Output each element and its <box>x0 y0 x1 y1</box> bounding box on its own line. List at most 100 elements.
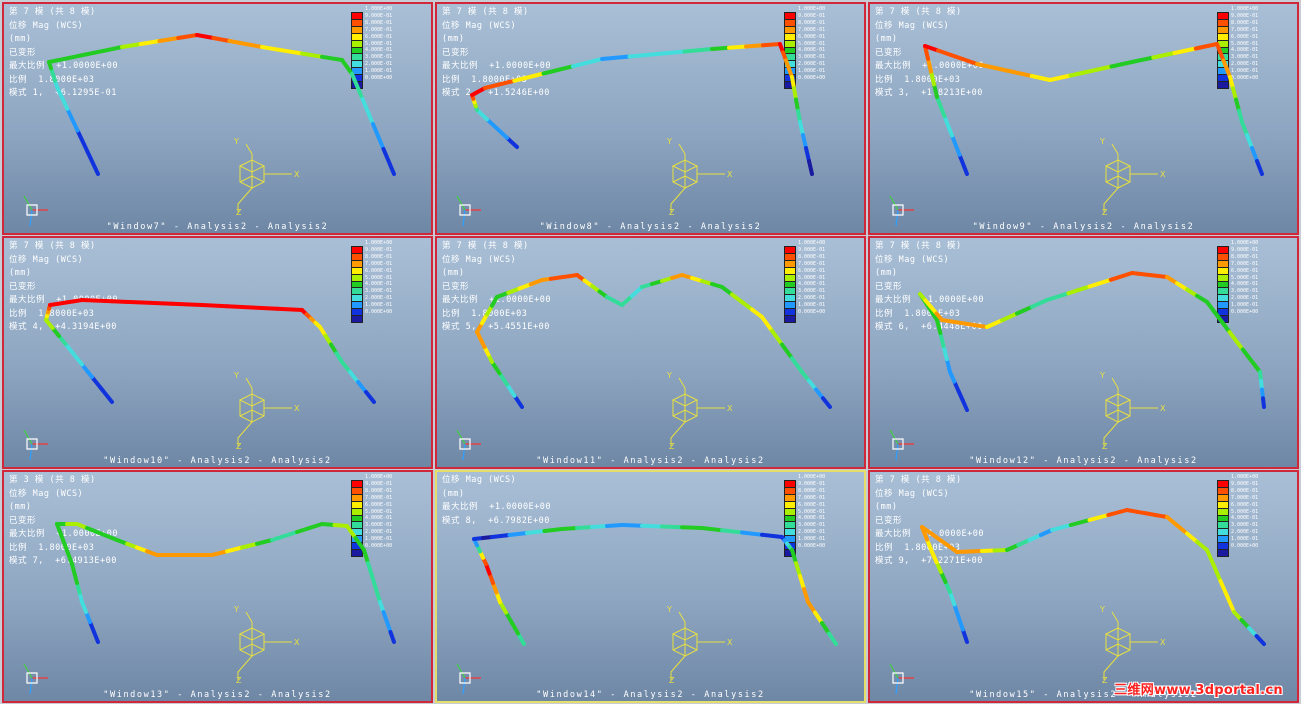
frame-beam-segment <box>1250 146 1259 163</box>
axis-z-label: Z <box>669 442 675 451</box>
watermark: 三维网www.3dportal.cn <box>1114 683 1283 698</box>
frame-beam-segment <box>935 318 943 335</box>
frame-beam-segment <box>495 126 509 140</box>
result-window-w12[interactable]: 第 7 模 (共 8 模) 位移 Mag (WCS) (mm) 已变形 最大比例 +1.… <box>868 236 1299 469</box>
axis-x-label: X <box>1160 170 1166 179</box>
frame-beam-segment <box>70 350 84 367</box>
result-window-w8[interactable]: 第 7 模 (共 8 模) 位移 Mag (WCS) (mm) 已变形 最大比例 +1.… <box>435 2 866 235</box>
axis-z-label: Z <box>669 208 675 217</box>
mode-shape-view[interactable]: X Y Z <box>870 472 1297 701</box>
frame-beam-segment <box>497 371 509 387</box>
frame-beam-segment <box>985 318 1004 329</box>
axis-x-label: X <box>727 404 733 413</box>
frame-beam-segment <box>255 538 274 546</box>
mode-shape-view[interactable]: X Y Z <box>870 4 1297 233</box>
frame-beam-segment <box>1211 563 1223 583</box>
frame-beam-segment <box>1045 291 1071 302</box>
frame-beam-segment <box>1151 51 1177 60</box>
frame-beam-segment <box>250 305 279 311</box>
frame-beam-segment <box>760 532 784 539</box>
window-caption: "Window8" - Analysis2 - Analysis2 <box>539 222 762 232</box>
frame-beam-segment <box>620 523 644 528</box>
frame-beam-segment <box>350 72 365 101</box>
mode-shape-view[interactable]: X Y Z <box>437 4 864 233</box>
frame-beam-segment <box>1245 133 1254 150</box>
frame-beam-segment <box>280 48 304 56</box>
wcs-triad-icon: X Y Z <box>666 137 733 217</box>
frame-beam-segment <box>1029 74 1052 82</box>
frame-beam-segment <box>942 114 954 138</box>
frame-beam-segment <box>366 561 374 578</box>
frame-beam-segment <box>1066 284 1092 296</box>
mode-shape-view[interactable]: X Y Z <box>437 238 864 467</box>
frame-beam-segment <box>275 306 304 312</box>
axis-z-label: Z <box>1102 208 1108 217</box>
mode-shape-view[interactable]: X Y Z <box>4 472 431 701</box>
frame-beam-segment <box>827 631 838 646</box>
frame-beam-segment <box>798 574 806 591</box>
frame-beam-segment <box>65 52 88 61</box>
result-window-w14[interactable]: 位移 Mag (WCS) (mm) 最大比例 +1.0000E+00 模式 8, +6… <box>435 470 866 703</box>
result-window-w9[interactable]: 第 7 模 (共 8 模) 位移 Mag (WCS) (mm) 已变形 最大比例 +1.… <box>868 2 1299 235</box>
frame-beam-segment <box>505 135 519 149</box>
frame-beam-segment <box>483 78 517 90</box>
result-window-w7[interactable]: 第 7 模 (共 8 模) 位移 Mag (WCS) (mm) 已变形 最大比例 +1.… <box>2 2 433 235</box>
mode-shape-view[interactable]: X Y Z <box>4 4 431 233</box>
window-caption: "Window12" - Analysis2 - Analysis2 <box>969 456 1198 466</box>
result-window-w11[interactable]: 第 7 模 (共 8 模) 位移 Mag (WCS) (mm) 已变形 最大比例 +1.… <box>435 236 866 469</box>
mode-shape-view[interactable]: X Y Z <box>4 238 431 467</box>
frame-beam-segment <box>1193 42 1219 51</box>
axis-y-label: Y <box>666 605 672 614</box>
result-window-w15[interactable]: 第 7 模 (共 8 模) 位移 Mag (WCS) (mm) 已变形 最大比例 +1.… <box>868 470 1299 703</box>
frame-beam-segment <box>240 541 259 550</box>
frame-beam-segment <box>243 42 264 49</box>
frame-beam-segment <box>1050 523 1073 532</box>
frame-beam-segment <box>210 549 229 557</box>
window-caption: "Window9" - Analysis2 - Analysis2 <box>972 222 1195 232</box>
mode-shape-view[interactable]: X Y Z <box>437 472 864 701</box>
wcs-triad-icon: X Y Z <box>666 605 733 685</box>
frame-beam-segment <box>195 33 216 40</box>
frame-beam-segment <box>388 630 396 644</box>
frame-beam-segment <box>1108 271 1134 282</box>
frame-beam-segment <box>360 97 375 126</box>
frame-beam-segment <box>362 548 370 565</box>
frame-beam-segment <box>512 393 524 409</box>
frame-beam-segment <box>950 133 962 157</box>
frame-beam-segment <box>590 524 609 529</box>
wcs-triad-icon: X Y Z <box>1099 137 1166 217</box>
frame-beam-segment <box>83 48 106 57</box>
result-window-w13[interactable]: 第 3 模 (共 8 模) 位移 Mag (WCS) (mm) 已变形 最大比例 +1.… <box>2 470 433 703</box>
wcs-triad-icon: X Y Z <box>233 605 300 685</box>
frame-beam-segment <box>490 360 502 376</box>
frame-beam-segment <box>575 525 594 530</box>
frame-beam-segment <box>542 527 564 533</box>
frame-beam-segment <box>957 152 969 176</box>
frame-beam-segment <box>138 39 162 46</box>
frame-beam-segment <box>85 150 100 176</box>
frame-beam-segment <box>364 390 376 404</box>
frame-beam-segment <box>55 85 70 111</box>
frame-beam-segment <box>370 574 378 591</box>
frame-beam-segment <box>975 62 998 70</box>
frame-beam-segment <box>804 146 811 163</box>
axis-y-label: Y <box>666 137 672 146</box>
frame-beam-segment <box>80 298 114 304</box>
frame-beam-segment <box>790 548 798 565</box>
frame-beam-segment <box>801 133 808 150</box>
axis-y-label: Y <box>233 605 239 614</box>
frame-beam-segment <box>682 47 714 54</box>
frame-beam-segment <box>794 561 802 578</box>
frame-beam-segment <box>962 57 979 66</box>
frame-beam-segment <box>949 53 966 62</box>
frame-beam-segment <box>1109 60 1134 69</box>
result-window-w10[interactable]: 第 7 模 (共 8 模) 位移 Mag (WCS) (mm) 已变形 最大比例 +1.… <box>2 236 433 469</box>
frame-beam-segment <box>1089 64 1114 73</box>
axis-x-label: X <box>727 638 733 647</box>
frame-beam-segment <box>1000 311 1019 323</box>
mode-shape-view[interactable]: X Y Z <box>870 238 1297 467</box>
wcs-triad-icon: X Y Z <box>1099 605 1166 685</box>
axis-z-label: Z <box>1102 676 1108 685</box>
frame-beam-segment <box>381 147 396 176</box>
window-caption: "Window11" - Analysis2 - Analysis2 <box>536 456 765 466</box>
